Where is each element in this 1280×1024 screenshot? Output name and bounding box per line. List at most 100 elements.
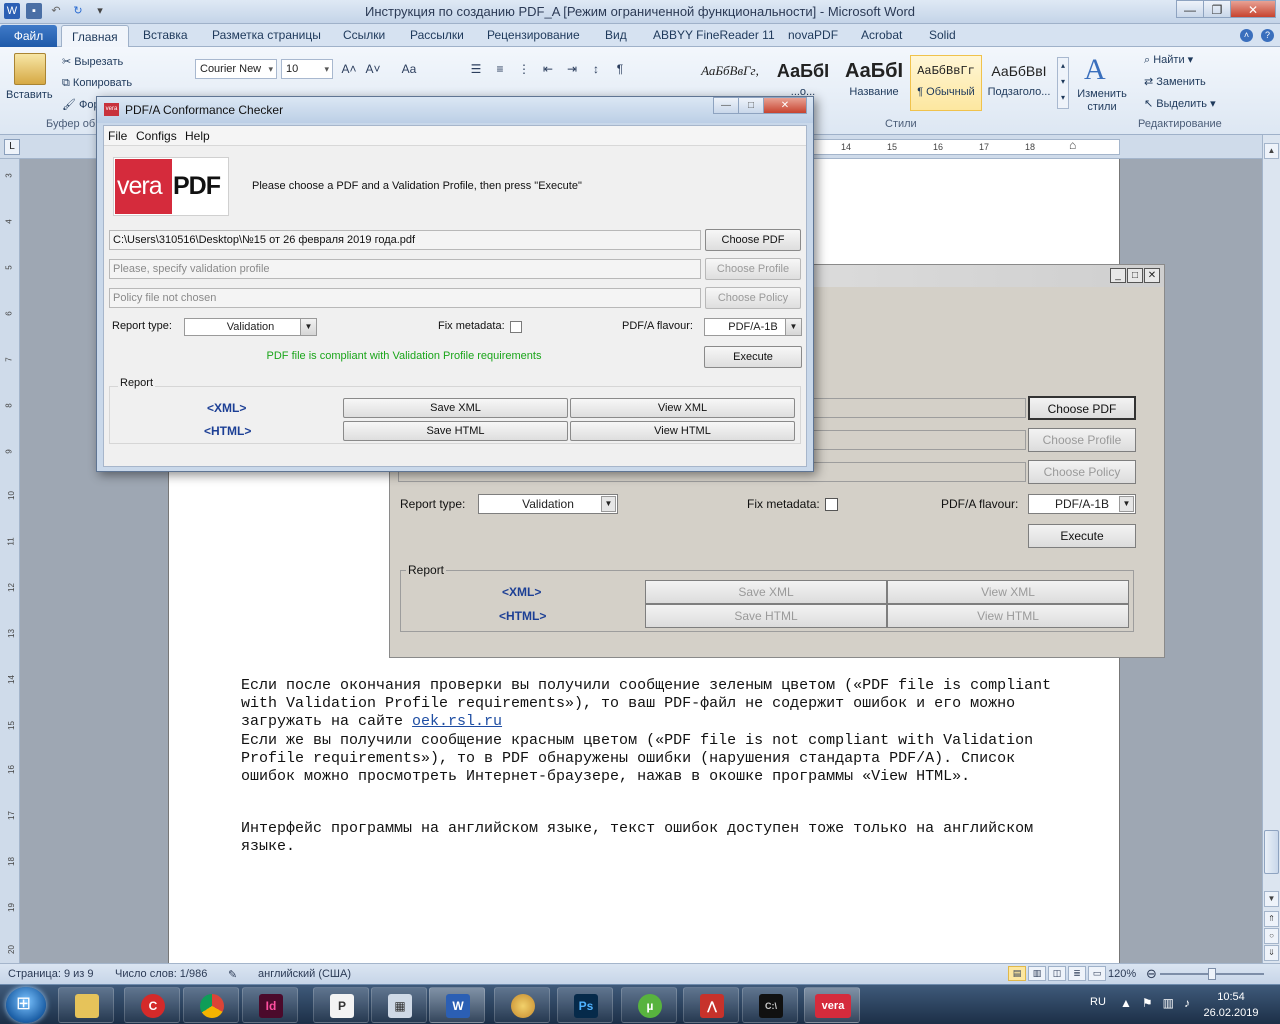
taskbar-acrobat[interactable]: ⋀ xyxy=(683,987,739,1023)
dialog-maximize-button[interactable]: □ xyxy=(738,97,764,114)
grow-font-icon[interactable]: A˄ xyxy=(338,59,360,79)
taskbar-paint[interactable] xyxy=(494,987,550,1023)
taskbar-publisher[interactable]: P xyxy=(313,987,369,1023)
scroll-thumb[interactable] xyxy=(1264,830,1279,874)
vertical-ruler[interactable]: 3 4 5 6 7 8 9 10 11 12 13 14 15 16 17 18… xyxy=(0,159,20,963)
copy-button[interactable]: ⧉ Копировать xyxy=(62,77,132,90)
bullets-icon[interactable]: ☰ xyxy=(465,59,487,79)
select-button[interactable]: ↖ Выделить ▾ xyxy=(1144,97,1216,110)
minimize-button[interactable]: — xyxy=(1176,0,1204,18)
zoom-out-icon[interactable]: ⊖ xyxy=(1146,966,1157,982)
save-xml-button[interactable]: Save XML xyxy=(343,398,568,418)
zoom-slider-knob[interactable] xyxy=(1208,968,1216,980)
web-layout-icon[interactable]: ◫ xyxy=(1048,966,1066,981)
find-button[interactable]: ⌕ Найти ▾ xyxy=(1144,53,1193,67)
tab-novapdf[interactable]: novaPDF xyxy=(788,28,838,42)
vertical-scrollbar[interactable]: ▲ ▼ ⇑ ○ ⇓ xyxy=(1262,135,1280,963)
restore-button[interactable]: ❐ xyxy=(1203,0,1231,18)
next-page-icon[interactable]: ⇓ xyxy=(1264,945,1279,961)
paste-button[interactable]: Вставить xyxy=(6,89,53,101)
tab-review[interactable]: Рецензирование xyxy=(487,28,580,42)
pdfa-flavour-select[interactable]: PDF/A-1B ▼ xyxy=(704,318,802,336)
font-family-select[interactable]: Courier New xyxy=(195,59,277,79)
cut-button[interactable]: ✂ Вырезать xyxy=(62,55,123,68)
scroll-down-icon[interactable]: ▼ xyxy=(1264,891,1279,907)
menu-file[interactable]: File xyxy=(108,129,127,143)
tab-home[interactable]: Главная xyxy=(61,25,129,48)
network-icon[interactable]: ▥ xyxy=(1163,996,1174,1010)
draft-icon[interactable]: ▭ xyxy=(1088,966,1106,981)
document-body[interactable]: Если после окончания проверки вы получил… xyxy=(214,677,1074,857)
start-button[interactable] xyxy=(6,987,46,1023)
style-tile-normal[interactable]: АаБбВвГг ¶ Обычный xyxy=(910,55,982,111)
tab-mailings[interactable]: Рассылки xyxy=(410,28,464,42)
language-indicator[interactable]: английский (США) xyxy=(258,968,351,980)
full-screen-reading-icon[interactable]: ▥ xyxy=(1028,966,1046,981)
right-indent-marker[interactable]: ⌂ xyxy=(1069,138,1076,152)
execute-button[interactable]: Execute xyxy=(704,346,802,368)
view-xml-button[interactable]: View XML xyxy=(570,398,795,418)
shrink-font-icon[interactable]: A˅ xyxy=(362,59,384,79)
choose-profile-button[interactable]: Choose Profile xyxy=(705,258,801,280)
outline-icon[interactable]: ≣ xyxy=(1068,966,1086,981)
tab-insert[interactable]: Вставка xyxy=(143,28,188,42)
page-counter[interactable]: Страница: 9 из 9 xyxy=(8,968,94,980)
format-painter-button[interactable]: 🖌 Фор xyxy=(62,98,100,111)
taskbar-calculator[interactable]: ▦ xyxy=(371,987,427,1023)
tab-view[interactable]: Вид xyxy=(605,28,627,42)
clock[interactable]: 10:54 26.02.2019 xyxy=(1196,989,1266,1021)
word-counter[interactable]: Число слов: 1/986 xyxy=(115,968,207,980)
show-marks-icon[interactable]: ¶ xyxy=(609,59,631,79)
close-button[interactable]: ✕ xyxy=(1230,0,1276,18)
dialog-minimize-button[interactable]: — xyxy=(713,97,739,114)
decrease-indent-icon[interactable]: ⇤ xyxy=(537,59,559,79)
dialog-title-bar[interactable]: vera PDF/A Conformance Checker — □ ✕ xyxy=(97,97,813,123)
multilevel-list-icon[interactable]: ⋮ xyxy=(513,59,535,79)
replace-button[interactable]: ⇄ Заменить xyxy=(1144,75,1206,88)
collapse-ribbon-icon[interactable]: ˄ xyxy=(1240,29,1253,42)
help-icon[interactable]: ? xyxy=(1261,29,1274,42)
tab-solid[interactable]: Solid xyxy=(929,28,956,42)
tab-references[interactable]: Ссылки xyxy=(343,28,385,42)
fix-metadata-checkbox[interactable] xyxy=(510,321,522,333)
print-layout-icon[interactable]: ▤ xyxy=(1008,966,1026,981)
font-size-select[interactable]: 10 xyxy=(281,59,333,79)
view-html-button[interactable]: View HTML xyxy=(570,421,795,441)
taskbar-vera[interactable]: vera xyxy=(804,987,860,1023)
taskbar-chrome[interactable] xyxy=(183,987,239,1023)
scroll-up-icon[interactable]: ▲ xyxy=(1264,143,1279,159)
sort-icon[interactable]: ↕ xyxy=(585,59,607,79)
taskbar-word[interactable]: W xyxy=(429,987,485,1023)
report-type-select[interactable]: Validation ▼ xyxy=(184,318,317,336)
tab-acrobat[interactable]: Acrobat xyxy=(861,28,902,42)
browse-object-icon[interactable]: ○ xyxy=(1264,928,1279,944)
volume-icon[interactable]: ♪ xyxy=(1184,996,1190,1010)
taskbar-utorrent[interactable]: µ xyxy=(621,987,677,1023)
tray-expand-icon[interactable]: ▲ xyxy=(1120,996,1132,1010)
change-styles-button[interactable]: Изменить стили xyxy=(1073,88,1131,114)
pdf-path-field[interactable]: C:\Users\310516\Desktop\№15 от 26 феврал… xyxy=(109,230,701,250)
validation-profile-field[interactable]: Please, specify validation profile xyxy=(109,259,701,279)
increase-indent-icon[interactable]: ⇥ xyxy=(561,59,583,79)
styles-scroll[interactable]: ▴ ▾ ▾ xyxy=(1057,57,1069,109)
style-tile-title[interactable]: АаБбІ Название xyxy=(838,55,910,111)
action-center-flag-icon[interactable]: ⚑ xyxy=(1142,996,1153,1010)
taskbar-cmd[interactable]: C:\ xyxy=(742,987,798,1023)
paste-icon[interactable] xyxy=(14,53,46,85)
menu-help[interactable]: Help xyxy=(185,129,210,143)
prev-page-icon[interactable]: ⇑ xyxy=(1264,911,1279,927)
proofing-icon[interactable]: ✎ xyxy=(228,968,237,981)
tab-file[interactable]: Файл xyxy=(0,25,57,47)
policy-file-field[interactable]: Policy file not chosen xyxy=(109,288,701,308)
choose-pdf-button[interactable]: Choose PDF xyxy=(705,229,801,251)
taskbar-explorer[interactable] xyxy=(58,987,114,1023)
style-tile-subtitle[interactable]: АаБбВвІ Подзаголо... xyxy=(983,55,1055,111)
tab-selector[interactable]: L xyxy=(4,139,20,155)
save-html-button[interactable]: Save HTML xyxy=(343,421,568,441)
numbering-icon[interactable]: ≡ xyxy=(489,59,511,79)
dialog-close-button[interactable]: ✕ xyxy=(763,97,807,114)
zoom-level[interactable]: 120% xyxy=(1108,968,1136,980)
input-language[interactable]: RU xyxy=(1090,996,1106,1008)
taskbar-indesign[interactable]: Id xyxy=(242,987,298,1023)
choose-policy-button[interactable]: Choose Policy xyxy=(705,287,801,309)
